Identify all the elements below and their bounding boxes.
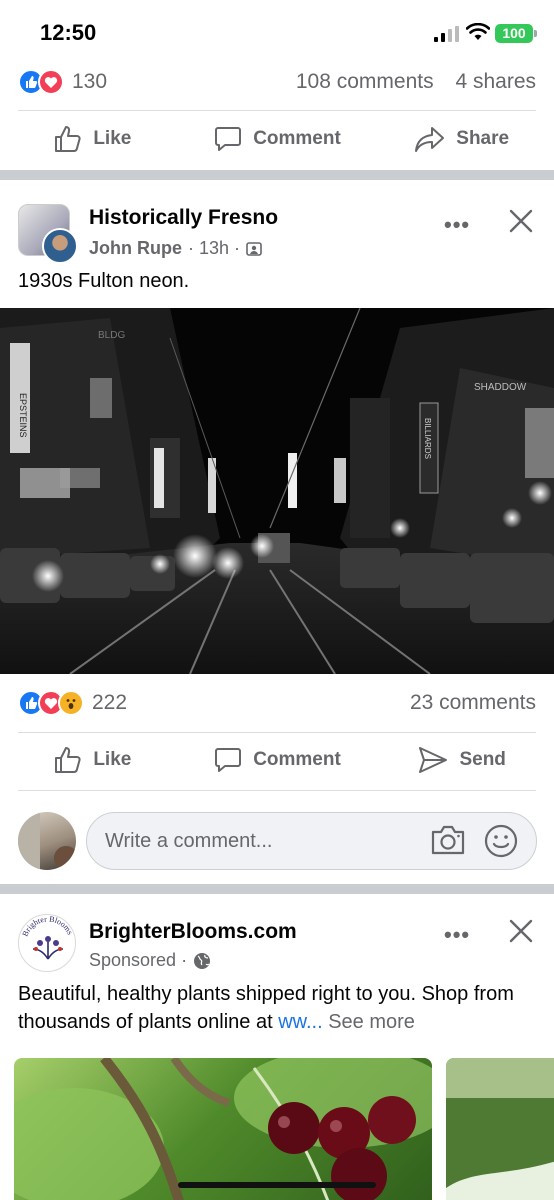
group-avatar[interactable] — [18, 204, 78, 264]
post-subtitle: John Rupe · 13h · — [89, 238, 262, 259]
post-photo[interactable]: EPSTEINS BILLIARDS SHADDOW BLDG — [0, 308, 554, 674]
send-icon — [419, 747, 448, 773]
share-arrow-icon — [415, 127, 445, 152]
reaction-count: 222 — [92, 691, 128, 714]
status-time: 12:50 — [40, 20, 97, 45]
post-header: Historically Fresno John Rupe · 13h · ••… — [0, 204, 554, 274]
comment-input[interactable]: Write a comment... — [86, 812, 537, 870]
post-separator — [0, 170, 554, 180]
share-button[interactable]: Share — [369, 124, 554, 154]
post-text: 1930s Fulton neon. — [18, 270, 190, 292]
night-street-image: EPSTEINS BILLIARDS SHADDOW BLDG — [0, 308, 554, 674]
post-reactions-row[interactable]: 222 23 comments — [18, 686, 536, 720]
close-icon[interactable] — [508, 918, 534, 944]
post-actions: Like Comment Send — [0, 732, 554, 788]
battery-indicator: 100 — [495, 24, 537, 43]
see-more-link[interactable]: See more — [328, 1011, 415, 1033]
cherry-image — [14, 1058, 432, 1200]
ad-carousel[interactable] — [0, 1058, 554, 1200]
ad-body: Beautiful, healthy plants shipped right … — [18, 983, 514, 1033]
sign-bldg: BLDG — [98, 330, 125, 341]
sign-billiards: BILLIARDS — [423, 418, 432, 459]
speech-bubble-icon — [215, 127, 242, 151]
thumbs-up-icon — [55, 126, 81, 152]
send-button[interactable]: Send — [369, 745, 554, 775]
svg-text:Brighter Blooms: Brighter Blooms — [20, 915, 74, 938]
emoji-icon[interactable] — [484, 824, 518, 858]
comment-composer: Write a comment... — [0, 810, 554, 872]
brand-logo[interactable]: Brighter Blooms — [18, 914, 76, 972]
like-label: Like — [93, 128, 132, 149]
post-separator — [0, 884, 554, 894]
love-reaction-icon — [38, 69, 64, 95]
sponsored-text: Sponsored · — [89, 950, 188, 970]
prev-post-actions: Like Comment Share — [0, 111, 554, 167]
reaction-count: 130 — [72, 70, 108, 93]
more-options-icon[interactable]: ••• — [444, 922, 470, 948]
send-label: Send — [459, 749, 506, 770]
reaction-icons — [18, 690, 84, 716]
comment-button[interactable]: Comment — [185, 745, 370, 775]
ad-header: Brighter Blooms BrighterBlooms.com Spons… — [0, 914, 554, 984]
divider — [18, 790, 536, 791]
prev-post-reactions-row[interactable]: 130 108 comments 4 shares — [18, 65, 536, 99]
group-name-link[interactable]: Historically Fresno — [89, 206, 278, 230]
reaction-icons — [18, 69, 64, 95]
sign-epsteins: EPSTEINS — [18, 393, 28, 438]
user-avatar[interactable] — [18, 812, 76, 870]
wow-reaction-icon — [58, 690, 84, 716]
ad-link[interactable]: ww... — [278, 1011, 322, 1033]
ad-text: Beautiful, healthy plants shipped right … — [18, 980, 538, 1036]
comment-placeholder: Write a comment... — [105, 830, 273, 852]
globe-icon — [194, 952, 211, 969]
like-button[interactable]: Like — [0, 124, 185, 154]
wifi-icon — [466, 23, 490, 40]
carousel-card-hedge[interactable] — [446, 1058, 554, 1200]
comment-label: Comment — [253, 128, 341, 149]
comment-label: Comment — [253, 749, 341, 770]
status-bar: 12:50 100 — [0, 0, 554, 62]
speech-bubble-icon — [215, 748, 242, 772]
hedge-image — [446, 1058, 554, 1200]
cellular-signal-icon — [434, 26, 459, 42]
thumbs-up-icon — [55, 747, 81, 773]
more-options-icon[interactable]: ••• — [444, 212, 470, 238]
comments-count-link[interactable]: 23 comments — [410, 691, 536, 714]
brand-name-link[interactable]: BrighterBlooms.com — [89, 920, 297, 944]
shares-count-link[interactable]: 4 shares — [455, 70, 536, 93]
post-timestamp: · 13h · — [188, 238, 241, 258]
share-label: Share — [456, 128, 510, 149]
like-label: Like — [93, 749, 132, 770]
comment-button[interactable]: Comment — [185, 124, 370, 154]
close-icon[interactable] — [508, 208, 534, 234]
author-name-link[interactable]: John Rupe — [89, 238, 182, 259]
sign-shaddow: SHADDOW — [474, 382, 527, 393]
carousel-card-cherries[interactable] — [14, 1058, 432, 1200]
author-avatar — [42, 228, 78, 264]
home-indicator — [178, 1182, 376, 1188]
sponsored-label: Sponsored · — [89, 950, 211, 971]
group-audience-icon — [246, 241, 262, 256]
like-button[interactable]: Like — [0, 745, 185, 775]
camera-icon[interactable] — [430, 824, 466, 856]
comments-count-link[interactable]: 108 comments — [296, 70, 434, 93]
logo-lettering: Brighter Blooms — [20, 915, 74, 938]
